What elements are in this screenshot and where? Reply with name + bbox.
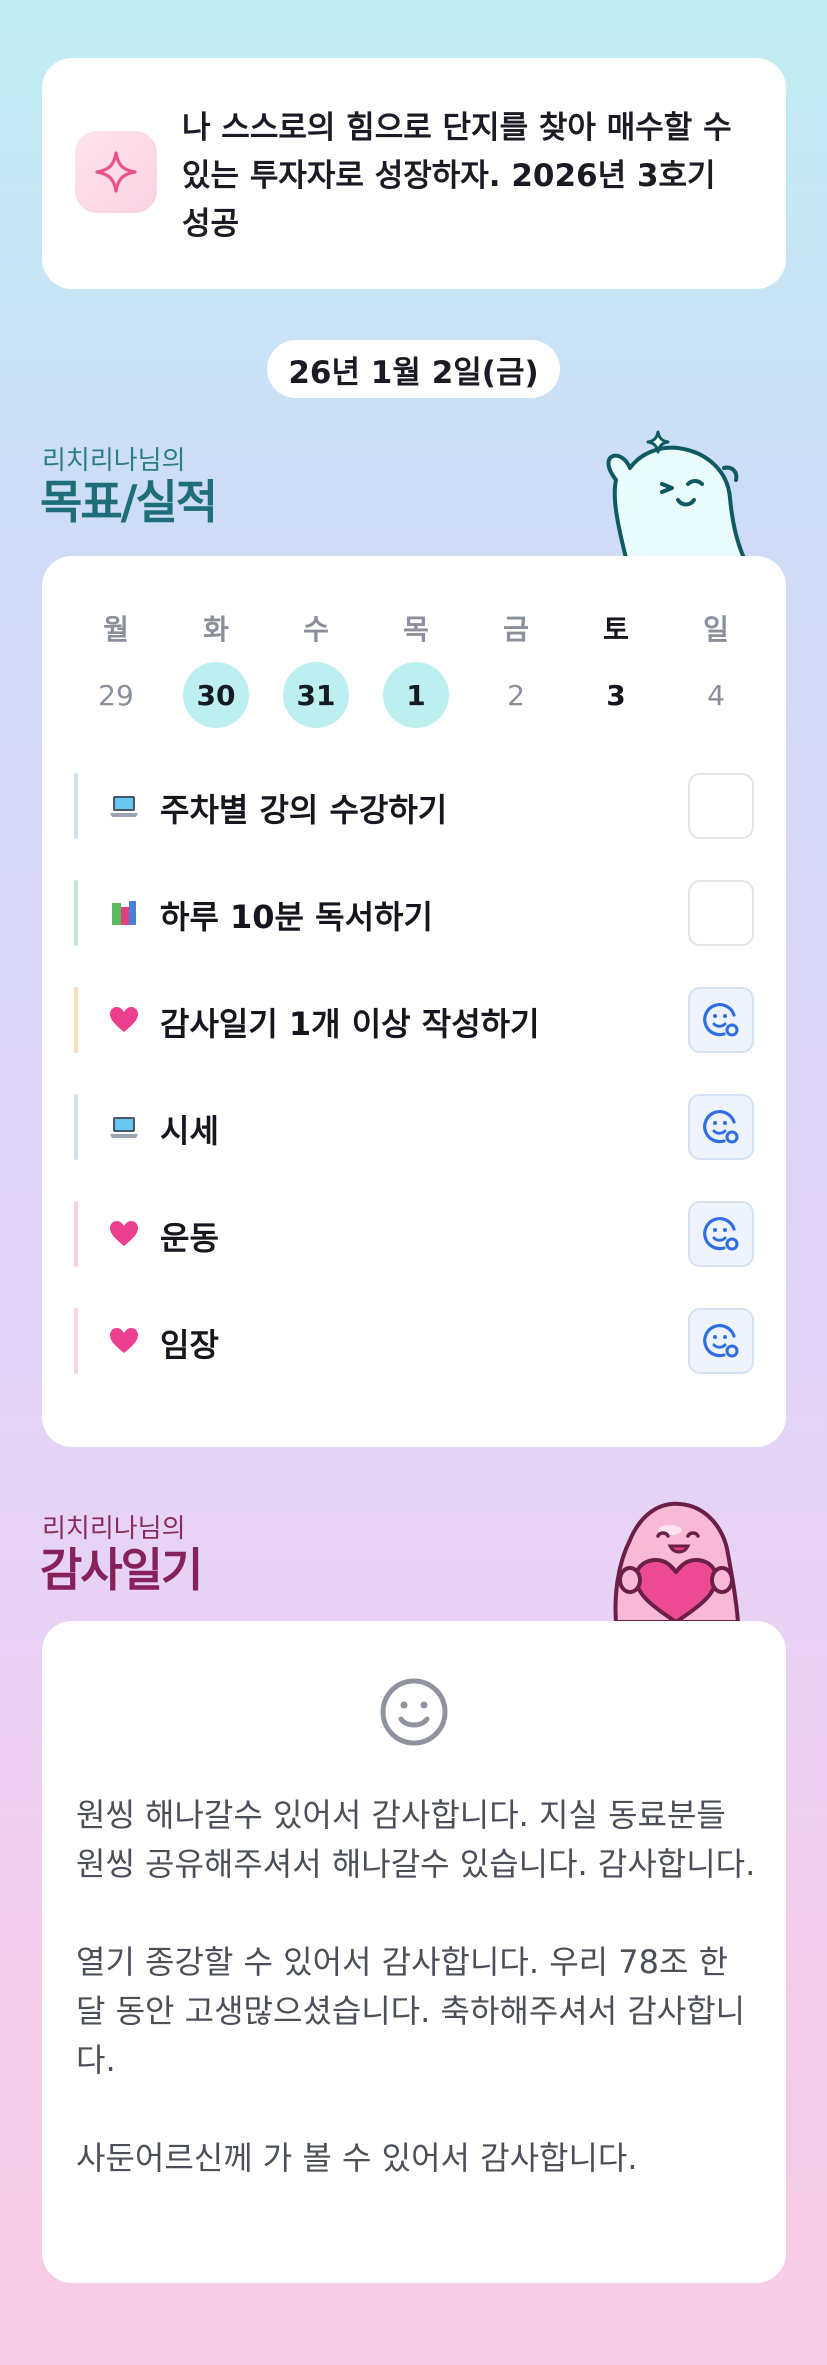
gratitude-section-title: 감사일기: [40, 1543, 203, 1597]
calendar-day[interactable]: 29: [66, 662, 166, 728]
mascot-illustration: [606, 430, 746, 558]
task-label: 운동: [160, 1219, 219, 1257]
goals-section-title: 목표/실적: [40, 475, 218, 529]
calendar-day-number: 30: [183, 662, 249, 728]
task-item: 시세: [74, 1094, 754, 1160]
task-item: 감사일기 1개 이상 작성하기: [74, 987, 754, 1053]
task-color-bar: [74, 773, 78, 839]
mascot-heart-illustration: [613, 1501, 740, 1622]
laptop-icon: [110, 796, 138, 817]
task-checkbox-checked[interactable]: [688, 1308, 754, 1374]
task-label: 임장: [160, 1326, 219, 1364]
task-label: 감사일기 1개 이상 작성하기: [160, 1005, 540, 1043]
task-label: 하루 10분 독서하기: [160, 898, 433, 936]
sparkle-icon: [75, 131, 157, 213]
gratitude-diary-card[interactable]: 원씽 해나갈수 있어서 감사합니다. 지실 동료분들 원씽 공유해주셔서 해나갈…: [42, 1621, 786, 2283]
heart-icon: [110, 1328, 138, 1353]
calendar-day-number: 1: [383, 662, 449, 728]
weekday-label: 수: [303, 613, 329, 646]
laptop-icon: [110, 1117, 138, 1138]
diary-paragraph: 사둔어르신께 가 볼 수 있어서 감사합니다.: [76, 2139, 638, 2177]
task-color-bar: [74, 880, 78, 946]
calendar-day[interactable]: 1: [366, 662, 466, 728]
calendar-day-number: 3: [606, 678, 626, 712]
task-color-bar: [74, 1094, 78, 1160]
task-item: 임장: [74, 1308, 754, 1374]
calendar-day-number: 31: [283, 662, 349, 728]
calendar-day[interactable]: 3: [566, 662, 666, 728]
calendar-day[interactable]: 2: [466, 662, 566, 728]
diary-paragraph: 열기 종강할 수 있어서 감사합니다. 우리 78조 한달 동안 고생많으셨습니…: [76, 1943, 746, 2079]
weekday-label: 화: [203, 613, 229, 646]
task-color-bar: [74, 987, 78, 1053]
diary-content: 원씽 해나갈수 있어서 감사합니다. 지실 동료분들 원씽 공유해주셔서 해나갈…: [76, 1791, 756, 2183]
task-checkbox-checked[interactable]: [688, 987, 754, 1053]
smiley-check-icon: [703, 1110, 739, 1144]
smiley-check-icon: [703, 1003, 739, 1037]
task-label: 주차별 강의 수강하기: [160, 791, 448, 829]
weekday-label: 일: [703, 613, 729, 646]
smiley-check-icon: [703, 1324, 739, 1358]
goals-card: 월 화 수 목 금 토 일 29 30 31 1 2 3 4 주차별 강의 수강…: [42, 556, 786, 1447]
task-color-bar: [74, 1201, 78, 1267]
task-color-bar: [74, 1308, 78, 1374]
task-checkbox[interactable]: [688, 773, 754, 839]
weekday-label: 토: [603, 613, 629, 646]
task-item: 하루 10분 독서하기: [74, 880, 754, 946]
calendar-day-number: 2: [507, 678, 525, 712]
diary-paragraph: 원씽 해나갈수 있어서 감사합니다. 지실 동료분들 원씽 공유해주셔서 해나갈…: [76, 1796, 756, 1883]
task-label: 시세: [160, 1112, 219, 1150]
heart-icon: [110, 1221, 138, 1246]
weekday-label: 목: [403, 613, 429, 646]
weekday-label: 월: [103, 613, 129, 646]
date-row: 29 30 31 1 2 3 4: [66, 662, 766, 728]
weekday-row: 월 화 수 목 금 토 일: [66, 608, 766, 648]
calendar-day-number: 29: [98, 678, 134, 712]
calendar-day-number: 4: [707, 678, 725, 712]
goal-text: 나 스스로의 힘으로 단지를 찾아 매수할 수 있는 투자자로 성장하자. 20…: [182, 110, 732, 242]
calendar-day[interactable]: 30: [166, 662, 266, 728]
goal-card[interactable]: 나 스스로의 힘으로 단지를 찾아 매수할 수 있는 투자자로 성장하자. 20…: [42, 58, 786, 289]
task-item: 주차별 강의 수강하기: [74, 773, 754, 839]
task-checkbox-checked[interactable]: [688, 1201, 754, 1267]
smiley-icon: [380, 1678, 448, 1746]
task-item: 운동: [74, 1201, 754, 1267]
date-selector[interactable]: 26년 1월 2일(금): [267, 340, 560, 398]
books-icon: [112, 901, 136, 925]
calendar-day[interactable]: 4: [666, 662, 766, 728]
smiley-check-icon: [703, 1217, 739, 1251]
task-checkbox-checked[interactable]: [688, 1094, 754, 1160]
heart-icon: [110, 1007, 138, 1032]
task-checkbox[interactable]: [688, 880, 754, 946]
weekday-label: 금: [503, 613, 529, 646]
calendar-day[interactable]: 31: [266, 662, 366, 728]
